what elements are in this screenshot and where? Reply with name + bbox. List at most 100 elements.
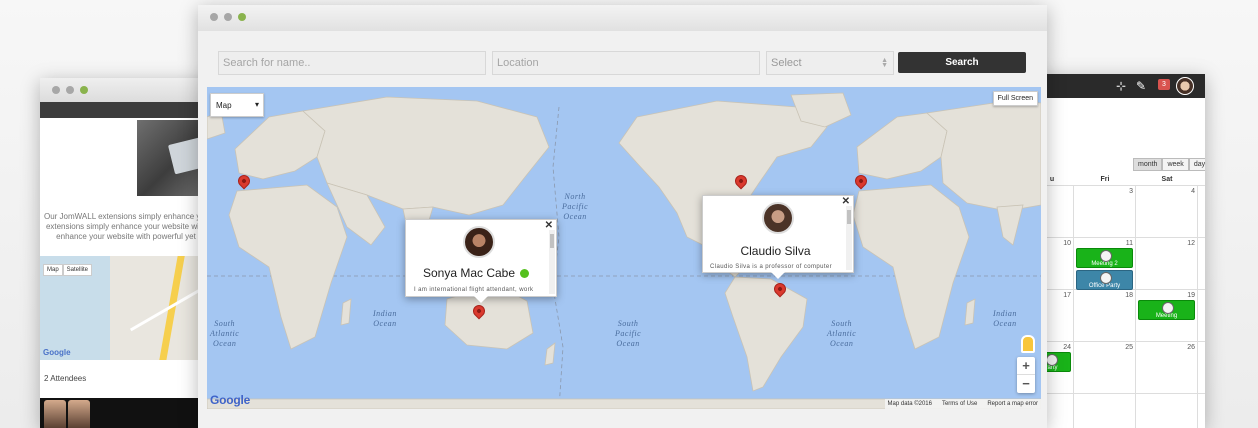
calendar-day[interactable] [1136, 394, 1198, 428]
calendar-week: 10 11 Meeting 2 Office Party 12 [1030, 238, 1205, 290]
attendee-avatar[interactable] [68, 400, 90, 428]
member-search-bar: Select ▲▼ Search [218, 51, 1028, 75]
popup-tail [771, 272, 785, 279]
member-avatar[interactable] [762, 202, 794, 234]
day-header: Sat [1161, 176, 1173, 183]
day-view-button[interactable]: day [1188, 158, 1205, 171]
user-avatar[interactable] [1176, 77, 1194, 95]
ocean-label-line: Ocean [212, 339, 237, 348]
window-controls [52, 86, 88, 94]
ocean-label-line: Atlantic [210, 329, 240, 338]
map-tab[interactable]: Map [43, 264, 63, 276]
ocean-label: North Pacific Ocean [562, 192, 588, 222]
location-input[interactable] [492, 51, 760, 75]
fullscreen-button[interactable]: Full Screen [992, 91, 1038, 106]
day-number: 18 [1125, 292, 1133, 299]
member-description: I am international flight attendant, wor… [414, 287, 534, 293]
street-view-pegman-icon[interactable] [1021, 335, 1035, 353]
member-name[interactable]: Sonya Mac Cabe [406, 266, 546, 280]
close-dot[interactable] [210, 13, 218, 21]
member-info-popup[interactable]: ✕ Claudio Silva Claudio Silva is a profe… [702, 195, 854, 279]
minimize-dot[interactable] [224, 13, 232, 21]
ocean-label-line: Atlantic [827, 329, 857, 338]
google-logo[interactable]: Google [210, 393, 250, 407]
member-avatar[interactable] [463, 226, 495, 258]
members-map[interactable]: North Pacific Ocean South Pacific Ocean … [207, 87, 1041, 409]
map-attribution: Map data ©2016 Terms of Use Report a map… [884, 399, 1041, 409]
close-dot[interactable] [52, 86, 60, 94]
search-button[interactable]: Search [898, 52, 1026, 73]
member-name[interactable]: Claudio Silva [703, 244, 848, 258]
top-navbar: ⊹ ✎ 3 [1030, 74, 1205, 98]
day-number: 11 [1125, 240, 1133, 247]
calendar-event[interactable]: Meeting [1138, 300, 1195, 320]
maximize-dot[interactable] [238, 13, 246, 21]
calendar-week: 3 4 [1030, 186, 1205, 238]
calendar-day[interactable]: 26 [1136, 342, 1198, 393]
month-view-button[interactable]: month [1133, 158, 1163, 171]
ocean-label: Indian Ocean [373, 309, 397, 329]
map-type-tabs: Map Satellite [43, 264, 93, 276]
calendar-day[interactable]: 12 [1136, 238, 1198, 289]
calendar-day[interactable] [1074, 394, 1136, 428]
day-number: 26 [1187, 344, 1195, 351]
ocean-label: South Pacific Ocean [615, 319, 641, 349]
attendee-avatar[interactable] [44, 400, 66, 428]
popup-scrollbar[interactable] [549, 230, 555, 294]
maximize-dot[interactable] [80, 86, 88, 94]
member-description: Claudio Silva is a professor of computer [710, 264, 833, 270]
day-number: 24 [1063, 344, 1071, 351]
notification-badge[interactable]: 3 [1158, 79, 1170, 90]
day-number: 10 [1063, 240, 1071, 247]
ocean-label-line: Ocean [563, 212, 587, 221]
week-view-button[interactable]: week [1162, 158, 1189, 171]
select-arrows-icon: ▲ ▼ [881, 57, 888, 69]
ocean-label-line: Ocean [829, 339, 854, 348]
day-number: 17 [1063, 292, 1071, 299]
member-name-text: Sonya Mac Cabe [422, 266, 516, 280]
satellite-tab[interactable]: Satellite [62, 264, 93, 276]
calendar-event[interactable]: Meeting 2 [1076, 248, 1133, 268]
terms-link[interactable]: Terms of Use [942, 401, 977, 407]
ocean-label-line: South [214, 319, 236, 328]
calendar-day[interactable]: 25 [1074, 342, 1136, 393]
map-type-dropdown[interactable]: Map [210, 93, 264, 117]
zoom-out-button[interactable]: − [1017, 375, 1035, 393]
ocean-label-line: Ocean [616, 339, 640, 348]
popup-scrollbar[interactable] [846, 206, 852, 270]
popup-tail [474, 296, 488, 303]
ocean-label: South Atlantic Ocean [210, 319, 239, 349]
ocean-label-line: North [564, 192, 586, 201]
zoom-controls: + − [1017, 357, 1035, 393]
category-select[interactable]: Select ▲ ▼ [766, 51, 894, 75]
calendar-week [1030, 394, 1205, 428]
day-header: Fri [1100, 176, 1110, 183]
network-icon[interactable]: ⊹ [1116, 79, 1126, 93]
day-number: 12 [1187, 240, 1195, 247]
day-number: 25 [1125, 344, 1133, 351]
ocean-label-line: Pacific [562, 202, 589, 211]
compose-icon[interactable]: ✎ [1136, 79, 1146, 93]
calendar-week: 17 18 19 Meeting [1030, 290, 1205, 342]
window-titlebar [198, 5, 1047, 31]
calendar-day[interactable]: 4 [1136, 186, 1198, 237]
calendar-day[interactable]: 19 Meeting [1136, 290, 1198, 341]
window-controls [210, 13, 246, 21]
calendar-day[interactable]: 3 [1074, 186, 1136, 237]
minimize-dot[interactable] [66, 86, 74, 94]
ocean-label-line: South [831, 319, 853, 328]
calendar-week: 24 Party 25 26 [1030, 342, 1205, 394]
calendar-day[interactable]: 11 Meeting 2 Office Party [1074, 238, 1136, 290]
name-search-input[interactable] [218, 51, 486, 75]
calendar-event[interactable]: Office Party [1076, 270, 1133, 290]
ocean-label-line: Ocean [373, 319, 397, 328]
member-info-popup[interactable]: ✕ Sonya Mac Cabe I am international flig… [405, 219, 557, 303]
day-number: 19 [1187, 292, 1195, 299]
zoom-in-button[interactable]: + [1017, 357, 1035, 375]
ocean-label: South Atlantic Ocean [827, 319, 856, 349]
calendar-day[interactable]: 18 [1074, 290, 1136, 341]
ocean-label-line: Indian [993, 309, 1017, 318]
google-logo: Google [43, 348, 71, 357]
online-status-icon [520, 269, 530, 278]
report-error-link[interactable]: Report a map error [987, 401, 1038, 407]
